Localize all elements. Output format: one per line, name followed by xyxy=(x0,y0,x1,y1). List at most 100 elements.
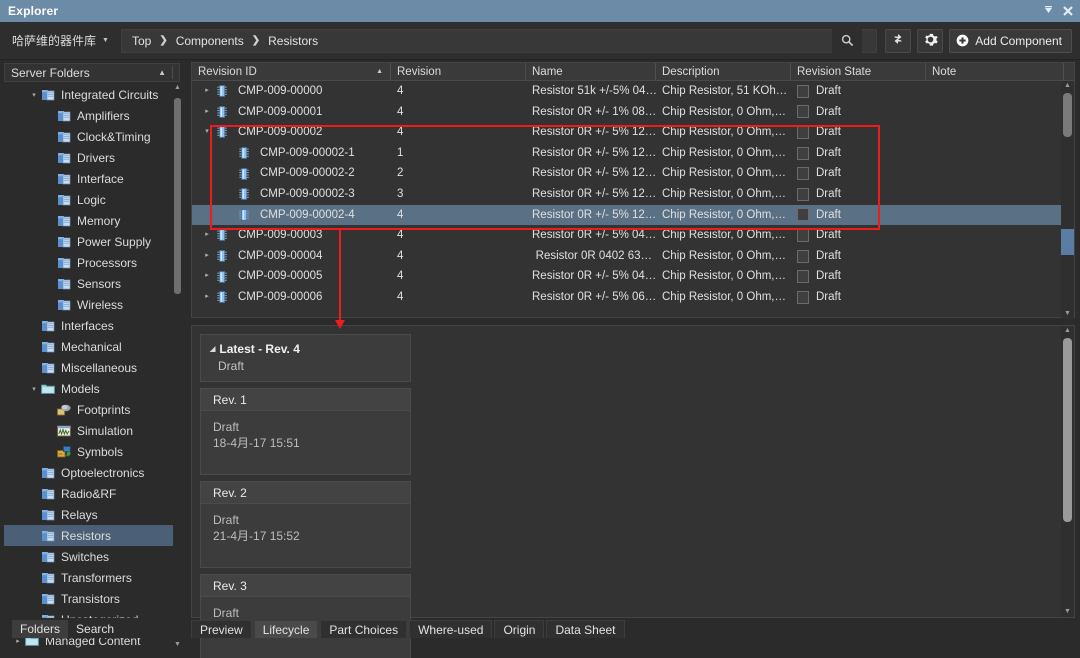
sidebar-header[interactable]: Server Folders ▲ xyxy=(4,63,180,82)
scroll-up-icon[interactable]: ▲ xyxy=(173,84,182,91)
sidebar-scrollbar[interactable]: ▲ ▼ xyxy=(173,84,182,658)
tab-origin[interactable]: Origin xyxy=(494,620,545,638)
table-row[interactable]: ▸ CMP-009-00004 4 Resistor 0R 0402 63… Chip … xyxy=(192,246,1074,267)
sidebar-scroll-thumb[interactable] xyxy=(174,98,181,294)
expander-icon[interactable]: ▾ xyxy=(28,91,40,99)
table-row[interactable]: CMP-009-00002-3 3 Resistor 0R +/- 5% 12… Ch… xyxy=(192,184,1074,205)
grid-body[interactable]: ▸ CMP-009-00000 4 Resistor 51k +/-5% 04… Chi… xyxy=(192,81,1074,317)
lifecycle-latest-card[interactable]: ◢ Latest - Rev. 4 Draft xyxy=(200,334,411,382)
sidebar-item-switches[interactable]: Switches xyxy=(4,546,180,567)
grid-header-row[interactable]: Revision ID ▲ Revision Name Description Revis… xyxy=(192,62,1074,81)
lifecycle-revision-card[interactable]: Rev. 3 Draft xyxy=(200,574,411,658)
sidebar-item-logic[interactable]: Logic xyxy=(4,189,180,210)
grid-column-header-note[interactable]: Note xyxy=(926,62,1064,81)
sidebar-item-clock-timing[interactable]: Clock&Timing xyxy=(4,126,180,147)
tab-data-sheet[interactable]: Data Sheet xyxy=(546,620,625,638)
sidebar-item-resistors[interactable]: Resistors xyxy=(4,525,180,546)
table-row[interactable]: ▾ CMP-009-00002 4 Resistor 0R +/- 5% 12… Chi… xyxy=(192,122,1074,143)
sidebar-item-amplifiers[interactable]: Amplifiers xyxy=(4,105,180,126)
sidebar-item-models[interactable]: ▾ Models xyxy=(4,378,180,399)
grid-column-header-description[interactable]: Description xyxy=(656,62,791,81)
tab-preview[interactable]: Preview xyxy=(191,620,252,638)
expander-icon[interactable]: ▸ xyxy=(200,81,214,102)
sidebar-item-relays[interactable]: Relays xyxy=(4,504,180,525)
table-row[interactable]: ▸ CMP-009-00005 4 Resistor 0R +/- 5% 04… Chi… xyxy=(192,266,1074,287)
collapse-triangle-icon[interactable]: ◢ xyxy=(210,345,215,353)
sidebar-item-processors[interactable]: Processors xyxy=(4,252,180,273)
detail-tabs[interactable]: Preview Lifecycle Part Choices Where-used Or… xyxy=(191,620,627,638)
breadcrumb-item-components[interactable]: Components xyxy=(176,34,244,48)
scroll-up-icon[interactable]: ▲ xyxy=(1061,327,1074,334)
table-row[interactable]: ▸ CMP-009-00001 4 Resistor 0R +/- 1% 08… Chi… xyxy=(192,102,1074,123)
sidebar-item-interface[interactable]: Interface xyxy=(4,168,180,189)
grid-column-header-revision[interactable]: Revision xyxy=(391,62,526,81)
grid-vertical-scrollbar[interactable]: ▲ ▼ xyxy=(1061,81,1074,319)
expander-icon[interactable]: ▸ xyxy=(200,287,214,308)
add-component-button[interactable]: Add Component xyxy=(949,28,1072,53)
table-row[interactable]: ▸ CMP-009-00000 4 Resistor 51k +/-5% 04… Chi… xyxy=(192,81,1074,102)
expander-icon[interactable]: ▾ xyxy=(200,122,214,143)
lifecycle-revision-header[interactable]: Rev. 3 xyxy=(201,575,410,597)
lifecycle-revision-card[interactable]: Rev. 2 Draft 21-4月-17 15:52 xyxy=(200,481,411,568)
expander-icon[interactable]: ▸ xyxy=(200,225,214,246)
revision-state-label: Draft xyxy=(816,126,841,139)
lifecycle-scroll-thumb[interactable] xyxy=(1063,338,1072,522)
scroll-down-icon[interactable]: ▼ xyxy=(173,641,182,648)
table-row[interactable]: CMP-009-00002-2 2 Resistor 0R +/- 5% 12… Ch… xyxy=(192,163,1074,184)
breadcrumb-item-top[interactable]: Top xyxy=(132,34,151,48)
expander-icon[interactable]: ▸ xyxy=(200,246,214,267)
sidebar-tab-folders[interactable]: Folders xyxy=(12,620,69,638)
sidebar-item-radio-rf[interactable]: Radio&RF xyxy=(4,483,180,504)
grid-column-header-name[interactable]: Name xyxy=(526,62,656,81)
sidebar-item-footprints[interactable]: Footprints xyxy=(4,399,180,420)
breadcrumb-item-resistors[interactable]: Resistors xyxy=(268,34,318,48)
scroll-up-icon[interactable]: ▲ xyxy=(1061,82,1074,89)
lifecycle-revision-header[interactable]: Rev. 2 xyxy=(201,482,410,504)
lifecycle-revision-header[interactable]: Rev. 1 xyxy=(201,389,410,411)
sidebar-item-mechanical[interactable]: Mechanical xyxy=(4,336,180,357)
grid-column-header-revision-id[interactable]: Revision ID ▲ xyxy=(192,62,391,81)
cell-revision: 4 xyxy=(397,85,404,97)
sort-ascending-icon[interactable]: ▲ xyxy=(158,68,166,77)
sidebar-item-label: Logic xyxy=(77,192,106,207)
tab-where-used[interactable]: Where-used xyxy=(409,620,493,638)
sidebar-item-drivers[interactable]: Drivers xyxy=(4,147,180,168)
tab-lifecycle[interactable]: Lifecycle xyxy=(253,620,319,638)
table-row[interactable]: CMP-009-00002-1 1 Resistor 0R +/- 5% 12… Ch… xyxy=(192,143,1074,164)
scroll-down-icon[interactable]: ▼ xyxy=(1061,608,1074,615)
sidebar-item-symbols[interactable]: Symbols xyxy=(4,441,180,462)
search-icon[interactable] xyxy=(832,28,863,53)
grid-column-header-revision-state[interactable]: Revision State xyxy=(791,62,926,81)
grid-scroll-thumb[interactable] xyxy=(1063,93,1072,137)
scroll-down-icon[interactable]: ▼ xyxy=(1061,310,1074,317)
sidebar-tabs[interactable]: Folders Search xyxy=(0,618,184,638)
expander-icon[interactable]: ▸ xyxy=(200,266,214,287)
refresh-button[interactable] xyxy=(885,28,912,53)
tab-part-choices[interactable]: Part Choices xyxy=(320,620,408,638)
sidebar-item-power-supply[interactable]: Power Supply xyxy=(4,231,180,252)
expander-icon[interactable]: ▾ xyxy=(28,385,40,393)
sidebar-item-integrated-circuits[interactable]: ▾ Integrated Circuits xyxy=(4,84,180,105)
sidebar-tab-search[interactable]: Search xyxy=(68,620,123,638)
sidebar-item-transformers[interactable]: Transformers xyxy=(4,567,180,588)
sidebar-item-optoelectronics[interactable]: Optoelectronics xyxy=(4,462,180,483)
sidebar-item-transistors[interactable]: Transistors xyxy=(4,588,180,609)
sidebar-item-sensors[interactable]: Sensors xyxy=(4,273,180,294)
dropdown-icon[interactable] xyxy=(1040,3,1056,19)
lifecycle-revision-card[interactable]: Rev. 1 Draft 18-4月-17 15:51 xyxy=(200,388,411,475)
server-folders-tree[interactable]: ▾ Integrated Circuits Amplifiers Clock&Timi… xyxy=(4,84,180,658)
table-row[interactable]: ▸ CMP-009-00003 4 Resistor 0R +/- 5% 04… Chi… xyxy=(192,225,1074,246)
table-row[interactable]: ▸ CMP-009-00006 4 Resistor 0R +/- 5% 06… Chi… xyxy=(192,287,1074,308)
sidebar-item-wireless[interactable]: Wireless xyxy=(4,294,180,315)
table-row[interactable]: CMP-009-00002-4 4 Resistor 0R +/- 5% 12… Ch… xyxy=(192,204,1074,226)
library-selector[interactable]: 哈萨维的器件库 ▼ xyxy=(10,29,111,52)
cell-revision-state: Draft xyxy=(791,225,926,246)
lifecycle-vertical-scrollbar[interactable]: ▲ ▼ xyxy=(1061,326,1074,617)
sidebar-item-interfaces[interactable]: Interfaces xyxy=(4,315,180,336)
settings-button[interactable] xyxy=(917,28,944,53)
sidebar-item-miscellaneous[interactable]: Miscellaneous xyxy=(4,357,180,378)
close-icon[interactable] xyxy=(1060,3,1076,19)
sidebar-item-memory[interactable]: Memory xyxy=(4,210,180,231)
sidebar-item-simulation[interactable]: Simulation xyxy=(4,420,180,441)
expander-icon[interactable]: ▸ xyxy=(200,102,214,123)
